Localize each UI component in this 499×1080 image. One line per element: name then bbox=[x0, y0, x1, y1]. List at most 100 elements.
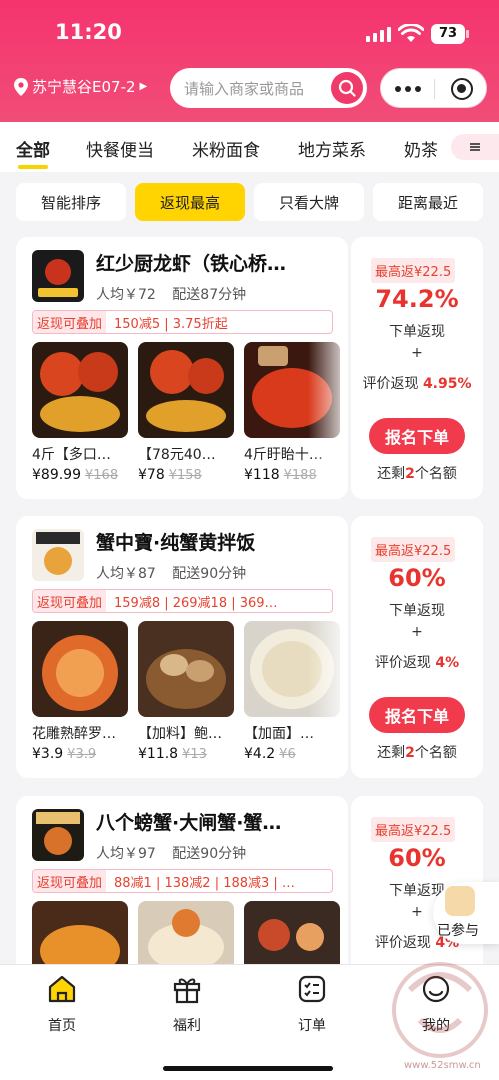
filter-highest-rebate[interactable]: 返现最高 bbox=[135, 183, 245, 221]
more-menu-icon[interactable] bbox=[395, 86, 421, 92]
promo-tag: 返现可叠加 bbox=[33, 590, 107, 612]
dish-price: ¥89.99 ¥168 bbox=[32, 467, 119, 483]
location-selector[interactable]: 苏宁慧谷E07-2 ▶ bbox=[14, 76, 147, 97]
dish-image bbox=[138, 901, 234, 964]
max-rebate-tag: 最高返¥22.5 bbox=[371, 817, 456, 842]
plus-sign: + bbox=[411, 345, 423, 361]
watermark-url: www.52smw.cn bbox=[404, 1060, 481, 1071]
dish-item[interactable] bbox=[244, 901, 340, 964]
order-rebate-label: 下单返现 bbox=[389, 324, 445, 340]
tab-fastfood[interactable]: 快餐便当 bbox=[86, 136, 154, 161]
review-rebate: 评价返现 4% bbox=[374, 655, 460, 671]
enroll-order-button[interactable]: 报名下单 bbox=[369, 418, 465, 454]
store-meta: 人均￥72 配送87分钟 bbox=[96, 284, 258, 304]
promo-text: 88减1 | 138减2 | 188减3 | … bbox=[114, 875, 295, 891]
search-placeholder: 请输入商家或商品 bbox=[184, 80, 305, 98]
remaining-slots: 还剩2个名额 bbox=[377, 466, 457, 482]
dish-price: ¥3.9 ¥3.9 bbox=[32, 746, 97, 762]
nav-orders[interactable]: 订单 bbox=[282, 973, 342, 1035]
dish-price: ¥78 ¥158 bbox=[138, 467, 202, 483]
order-rebate-label: 下单返现 bbox=[389, 603, 445, 619]
joined-float-button[interactable]: 已参与 bbox=[433, 882, 499, 944]
nav-home[interactable]: 首页 bbox=[32, 973, 92, 1035]
dish-item[interactable]: 花雕熟醉罗… ¥3.9 ¥3.9 bbox=[32, 621, 128, 762]
remaining-slots: 还剩2个名额 bbox=[377, 745, 457, 761]
dish-image bbox=[32, 342, 128, 438]
dish-item[interactable]: 【加料】鲍… ¥11.8 ¥13 bbox=[138, 621, 234, 762]
order-list-icon bbox=[298, 975, 326, 1003]
dish-item[interactable]: 4斤【多口… ¥89.99 ¥168 bbox=[32, 342, 128, 483]
tab-all[interactable]: 全部 bbox=[16, 136, 50, 169]
dish-item[interactable]: 【78元40… ¥78 ¥158 bbox=[138, 342, 234, 483]
store-card[interactable]: 蟹中寶·纯蟹黄拌饭 人均￥87 配送90分钟 返现可叠加 159减8 | 269… bbox=[16, 516, 348, 778]
search-input[interactable]: 请输入商家或商品 bbox=[170, 68, 367, 108]
store-meta: 人均￥97 配送90分钟 bbox=[96, 843, 258, 863]
dish-name: 花雕熟醉罗… bbox=[32, 726, 116, 742]
review-rebate: 评价返现 4.95% bbox=[362, 376, 472, 392]
plus-sign: + bbox=[411, 624, 423, 640]
filter-smart-sort[interactable]: 智能排序 bbox=[16, 183, 126, 221]
promo-tag: 返现可叠加 bbox=[33, 311, 107, 333]
watermark-seal bbox=[380, 940, 499, 1080]
rebate-percent: 74.2% bbox=[375, 285, 459, 313]
home-indicator bbox=[163, 1066, 333, 1071]
store-name: 蟹中寶·纯蟹黄拌饭 bbox=[96, 532, 256, 554]
tab-noodles[interactable]: 米粉面食 bbox=[192, 136, 260, 161]
search-icon bbox=[338, 79, 356, 97]
rebate-percent: 60% bbox=[388, 564, 446, 592]
store-card[interactable]: 八个螃蟹·大闸蟹·蟹… 人均￥97 配送90分钟 返现可叠加 88减1 | 13… bbox=[16, 796, 348, 964]
nav-benefits[interactable]: 福利 bbox=[157, 973, 217, 1035]
nav-orders-label: 订单 bbox=[298, 1018, 326, 1034]
delivery-time: 配送87分钟 bbox=[172, 287, 247, 303]
tab-regional[interactable]: 地方菜系 bbox=[298, 136, 366, 161]
dish-item[interactable] bbox=[138, 901, 234, 964]
location-pin-icon bbox=[14, 77, 28, 96]
filter-big-brands[interactable]: 只看大牌 bbox=[254, 183, 364, 221]
dish-image bbox=[32, 901, 128, 964]
wifi-icon bbox=[398, 24, 424, 42]
rebate-panel: 最高返¥22.5 74.2% 下单返现 + 评价返现 4.95% 报名下单 还剩… bbox=[351, 237, 483, 499]
delivery-time: 配送90分钟 bbox=[172, 846, 247, 862]
rebate-percent: 60% bbox=[388, 844, 446, 872]
promo-bar: 返现可叠加 88减1 | 138减2 | 188减3 | … bbox=[32, 869, 333, 893]
battery-icon: 73 bbox=[431, 24, 469, 44]
store-name: 八个螃蟹·大闸蟹·蟹… bbox=[96, 812, 282, 834]
dish-name: 【加料】鲍… bbox=[138, 726, 222, 742]
tab-milktea[interactable]: 奶茶 bbox=[404, 136, 438, 161]
dish-image bbox=[244, 901, 340, 964]
filter-bar: 智能排序 返现最高 只看大牌 距离最近 bbox=[0, 172, 499, 232]
dish-item[interactable] bbox=[32, 901, 128, 964]
store-card[interactable]: 红少厨龙虾（铁心桥… 人均￥72 配送87分钟 返现可叠加 150减5 | 3.… bbox=[16, 237, 348, 499]
scroll-fade bbox=[308, 621, 348, 771]
avg-price: 人均￥72 bbox=[96, 287, 156, 303]
joined-label: 已参与 bbox=[437, 923, 479, 939]
category-menu-button[interactable] bbox=[451, 134, 499, 160]
status-time: 11:20 bbox=[55, 20, 122, 44]
gift-icon bbox=[173, 978, 201, 1004]
capsule-divider bbox=[434, 79, 435, 99]
status-bar: 11:20 73 bbox=[0, 18, 499, 52]
mascot-icon bbox=[445, 886, 475, 916]
location-label: 苏宁慧谷E07-2 bbox=[32, 78, 136, 96]
search-button[interactable] bbox=[331, 72, 363, 104]
scroll-fade bbox=[308, 342, 348, 492]
promo-bar: 返现可叠加 159减8 | 269减18 | 369… bbox=[32, 589, 333, 613]
miniprogram-capsule bbox=[380, 68, 487, 108]
close-target-icon[interactable] bbox=[451, 78, 473, 100]
store-meta: 人均￥87 配送90分钟 bbox=[96, 563, 258, 583]
caret-right-icon: ▶ bbox=[139, 81, 148, 92]
category-tabs: 全部 快餐便当 米粉面食 地方菜系 奶茶 bbox=[0, 122, 499, 172]
delivery-time: 配送90分钟 bbox=[172, 566, 247, 582]
dish-image bbox=[138, 342, 234, 438]
store-logo bbox=[32, 809, 84, 861]
store-logo bbox=[32, 250, 84, 302]
max-rebate-tag: 最高返¥22.5 bbox=[371, 537, 456, 562]
nav-home-label: 首页 bbox=[48, 1018, 76, 1034]
enroll-order-button[interactable]: 报名下单 bbox=[369, 697, 465, 733]
filter-nearest[interactable]: 距离最近 bbox=[373, 183, 483, 221]
dish-price: ¥11.8 ¥13 bbox=[138, 746, 207, 762]
promo-tag: 返现可叠加 bbox=[33, 870, 107, 892]
home-icon bbox=[48, 975, 76, 1003]
signal-icon bbox=[366, 26, 391, 42]
promo-bar: 返现可叠加 150减5 | 3.75折起 bbox=[32, 310, 333, 334]
